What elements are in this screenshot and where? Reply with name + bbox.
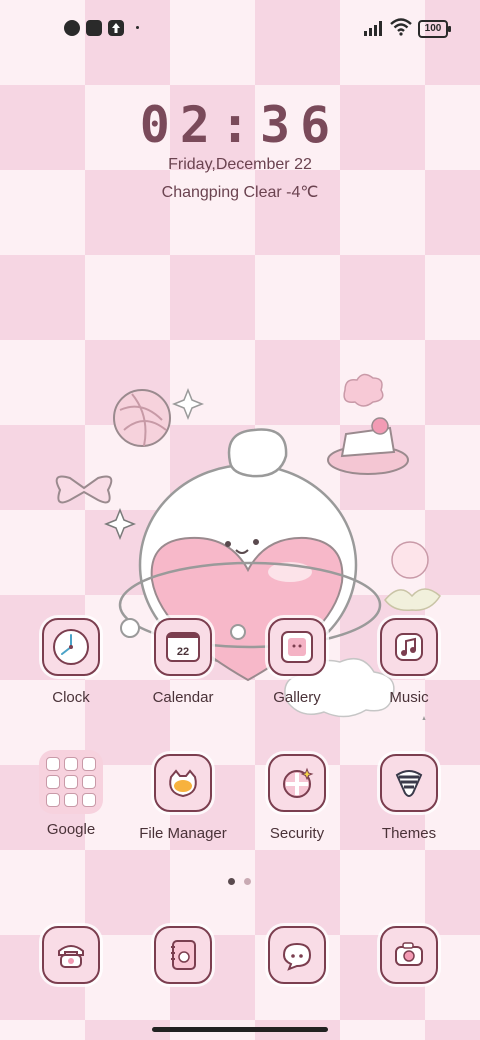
app-clock[interactable]: Clock [16, 618, 126, 706]
page-indicator[interactable] [244, 878, 251, 885]
messages-icon [268, 926, 326, 984]
app-themes[interactable]: Themes [354, 754, 464, 842]
app-security[interactable]: Security [242, 754, 352, 842]
camera-icon [380, 926, 438, 984]
app-notification-icon [64, 20, 80, 36]
music-icon [380, 618, 438, 676]
app-label: Clock [52, 689, 90, 706]
upload-notification-icon [108, 20, 124, 36]
contacts-icon [154, 926, 212, 984]
app-calendar[interactable]: 22 Calendar [128, 618, 238, 706]
folder-app-icon [64, 757, 78, 771]
google-folder-icon [39, 750, 103, 814]
dock-contacts[interactable] [128, 926, 238, 984]
home-indicator[interactable] [152, 1027, 328, 1032]
signal-icon [364, 21, 382, 36]
dock-phone[interactable] [16, 926, 126, 984]
wifi-icon [390, 18, 412, 36]
folder-app-icon [64, 775, 78, 789]
folder-app-icon [46, 775, 60, 789]
app-label: Gallery [273, 689, 321, 706]
app-label: Themes [381, 825, 437, 842]
folder-app-icon [82, 775, 96, 789]
phone-icon [42, 926, 100, 984]
folder-app-icon [82, 757, 96, 771]
dock-camera[interactable] [354, 926, 464, 984]
folder-app-icon [46, 757, 60, 771]
folder-app-icon [46, 793, 60, 807]
clock-icon [42, 618, 100, 676]
file-manager-icon [154, 754, 212, 812]
page-indicator-current[interactable] [228, 878, 235, 885]
app-google-folder[interactable]: Google [16, 750, 126, 838]
calendar-badge: 22 [166, 632, 200, 662]
weather-text[interactable]: Changping Clear -4℃ [0, 182, 480, 202]
dock-messages[interactable] [242, 926, 352, 984]
app-label: Music [389, 689, 429, 706]
notification-dot [136, 26, 139, 29]
calendar-icon: 22 [154, 618, 212, 676]
app-label: Calendar [152, 689, 214, 706]
status-bar: 100 [0, 0, 480, 56]
clock-date: Friday,December 22 [168, 156, 312, 173]
app-label: File Manager [139, 825, 227, 842]
gallery-icon [268, 618, 326, 676]
security-icon [268, 754, 326, 812]
themes-icon [380, 754, 438, 812]
square-notification-icon [86, 20, 102, 36]
app-music[interactable]: Music [354, 618, 464, 706]
battery-icon: 100 [418, 20, 451, 38]
folder-app-icon [64, 793, 78, 807]
folder-app-icon [82, 793, 96, 807]
app-label: Google [46, 821, 96, 838]
app-gallery[interactable]: Gallery [242, 618, 352, 706]
clock-time[interactable]: 02:36 [0, 96, 480, 154]
app-label: Security [269, 825, 325, 842]
app-file-manager[interactable]: File Manager [128, 754, 238, 842]
